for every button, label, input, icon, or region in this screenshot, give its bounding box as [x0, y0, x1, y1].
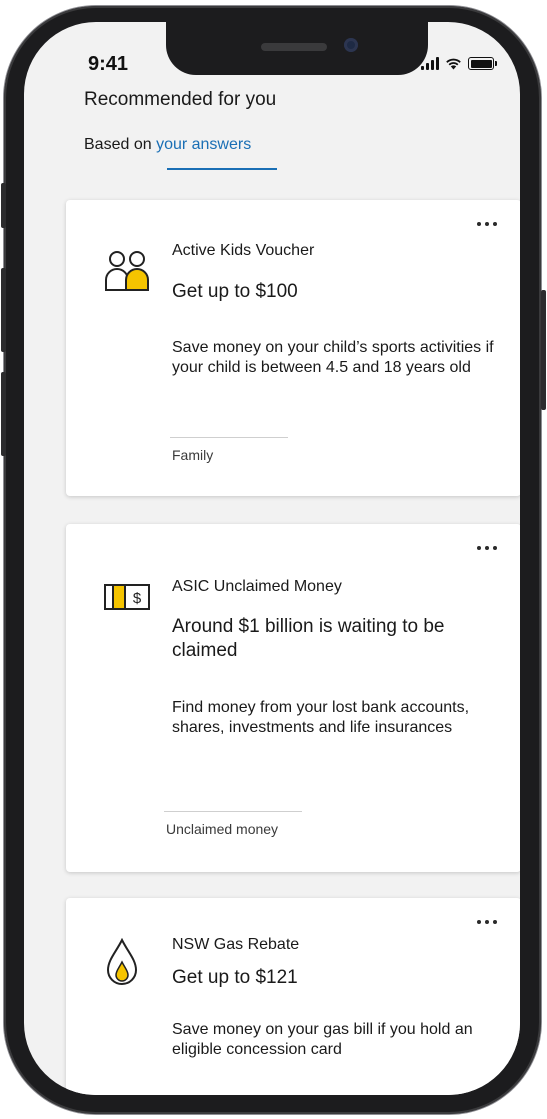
- silent-switch: [1, 183, 6, 228]
- card-headline: Get up to $100: [172, 281, 298, 302]
- dot: [477, 222, 481, 226]
- dot: [477, 920, 481, 924]
- card-asic-unclaimed-money[interactable]: $ ASIC Unclaimed Money Around $1 billion…: [66, 524, 520, 872]
- svg-text:$: $: [133, 590, 142, 607]
- speaker-grille: [261, 43, 327, 51]
- card-nsw-gas-rebate[interactable]: NSW Gas Rebate Get up to $121 Save money…: [66, 898, 520, 1095]
- screen: 9:41 Recommended for you Based on your a…: [24, 22, 520, 1095]
- dot: [477, 546, 481, 550]
- notch: [166, 22, 428, 75]
- dot: [485, 546, 489, 550]
- card-tag: Unclaimed money: [166, 821, 279, 837]
- page-title: Recommended for you: [84, 89, 277, 110]
- status-icons: [421, 57, 497, 70]
- card-divider: [164, 811, 302, 812]
- subtitle-prefix: Based on: [84, 136, 157, 153]
- card-description: Find money from your lost bank accounts,…: [172, 699, 470, 736]
- dot: [493, 546, 497, 550]
- card-name: NSW Gas Rebate: [172, 936, 300, 953]
- dot: [485, 222, 489, 226]
- card-name: ASIC Unclaimed Money: [172, 578, 342, 595]
- dot: [485, 920, 489, 924]
- card-headline: Get up to $121: [172, 967, 298, 988]
- more-options-button[interactable]: [477, 546, 497, 550]
- card-tag: Family: [172, 447, 214, 463]
- link-underline: [167, 168, 277, 170]
- your-answers-link[interactable]: your answers: [156, 136, 251, 153]
- card-headline: Around $1 billion is waiting to be claim…: [172, 616, 445, 661]
- card-name: Active Kids Voucher: [172, 242, 315, 259]
- card-divider: [170, 437, 288, 438]
- volume-down-button: [1, 372, 6, 456]
- page-subtitle: Based on your answers: [84, 136, 251, 154]
- dot: [493, 920, 497, 924]
- dot: [493, 222, 497, 226]
- wifi-icon: [446, 58, 461, 70]
- card-description: Save money on your child’s sports activi…: [172, 339, 494, 376]
- camera-icon: [344, 38, 358, 52]
- battery-icon: [468, 57, 497, 70]
- volume-up-button: [1, 268, 6, 352]
- card-description: Save money on your gas bill if you hold …: [172, 1021, 473, 1058]
- card-active-kids-voucher[interactable]: Active Kids Voucher Get up to $100 Save …: [66, 200, 520, 496]
- power-button: [541, 290, 546, 410]
- status-time: 9:41: [88, 53, 129, 75]
- gas-flame-icon: [106, 938, 138, 985]
- money-icon: $: [104, 584, 150, 610]
- family-icon: [105, 251, 149, 291]
- more-options-button[interactable]: [477, 222, 497, 226]
- more-options-button[interactable]: [477, 920, 497, 924]
